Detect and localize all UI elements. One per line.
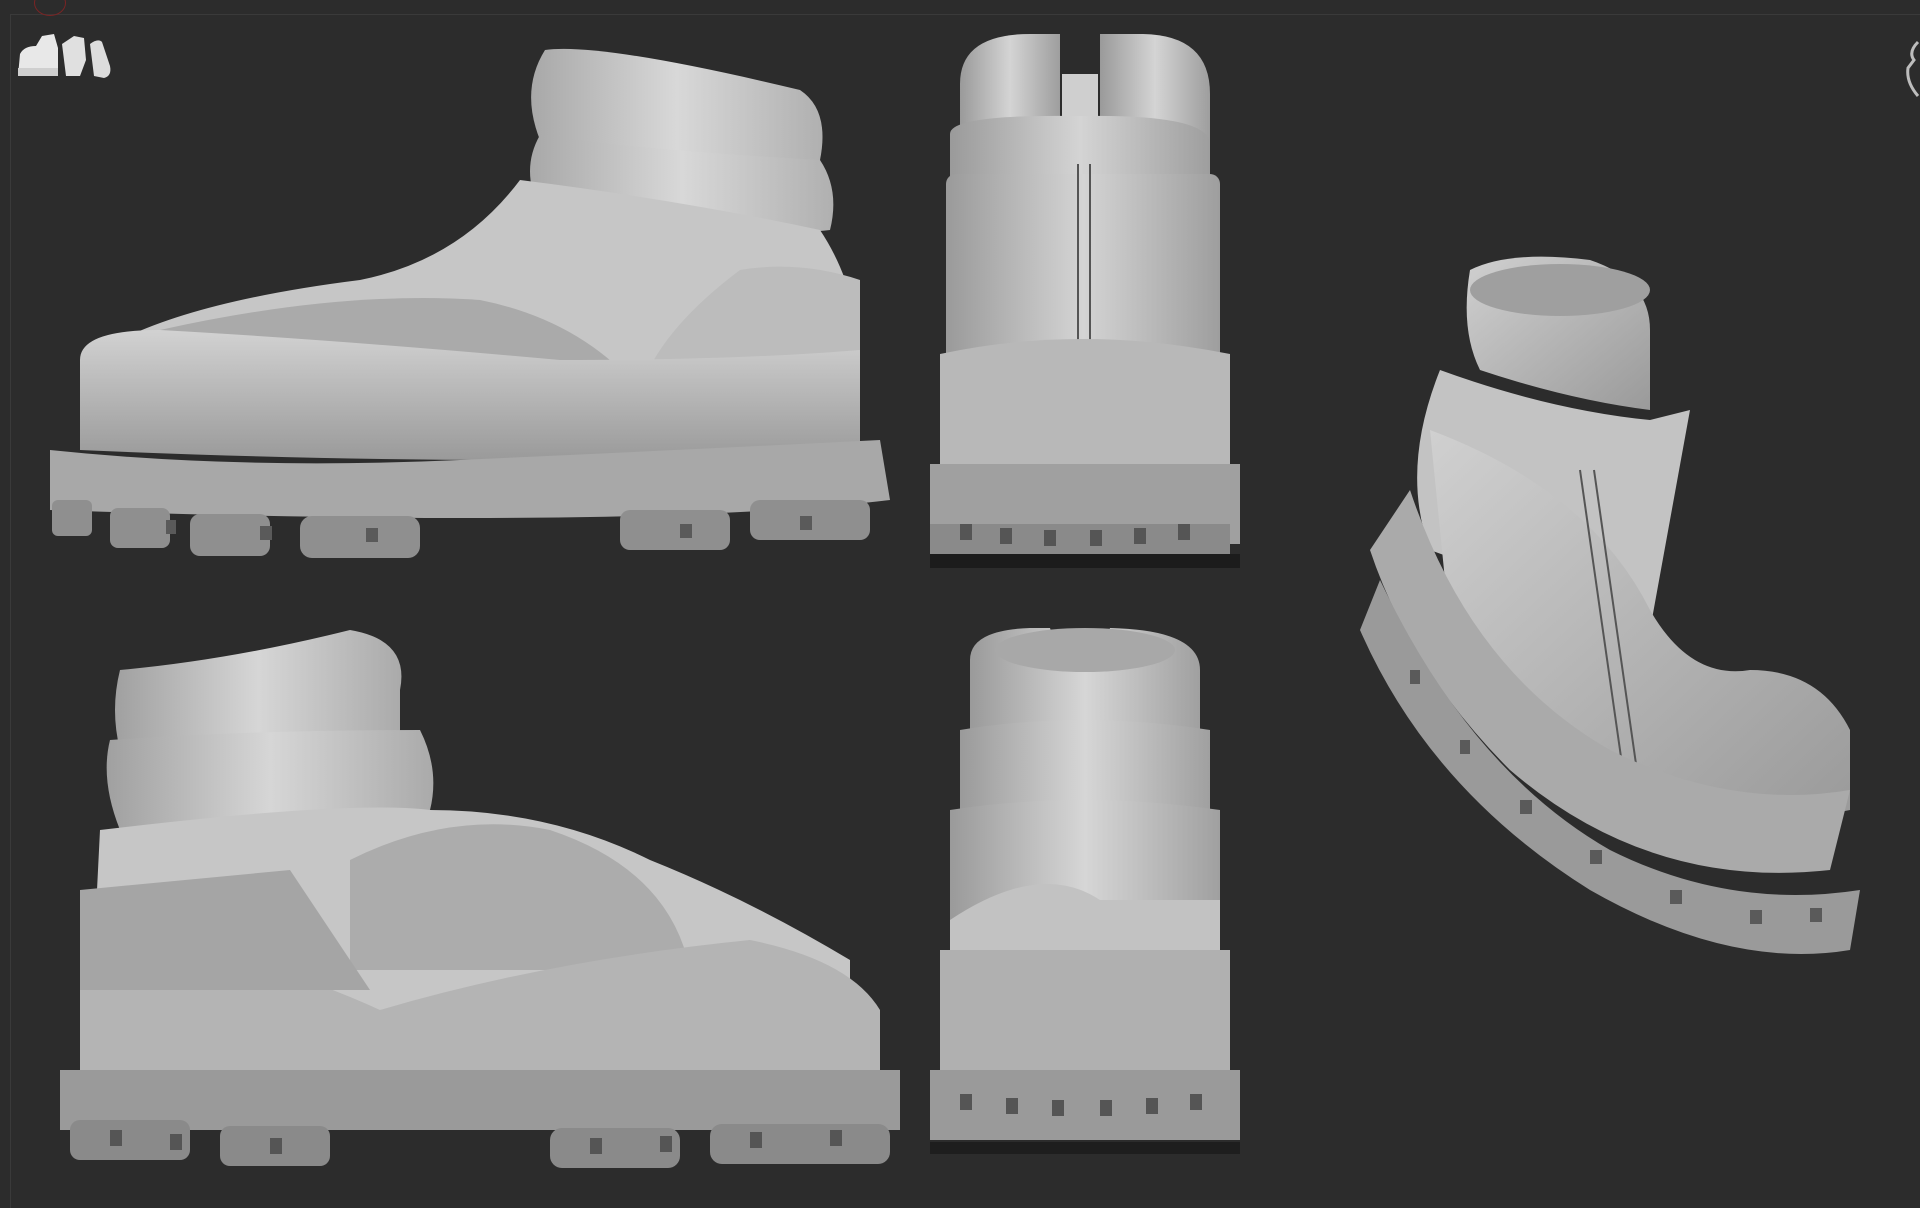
viewport-frame-left — [10, 14, 11, 1208]
navigation-gizmo-icon[interactable] — [1904, 38, 1920, 100]
side-view-inner[interactable] — [50, 630, 910, 1190]
3d-viewport[interactable] — [0, 0, 1920, 1208]
back-view[interactable] — [920, 24, 1260, 584]
viewport-frame-top — [10, 14, 1920, 15]
front-view[interactable] — [920, 620, 1260, 1180]
perspective-view[interactable] — [1350, 250, 1890, 1000]
side-view-outer[interactable] — [40, 30, 900, 590]
